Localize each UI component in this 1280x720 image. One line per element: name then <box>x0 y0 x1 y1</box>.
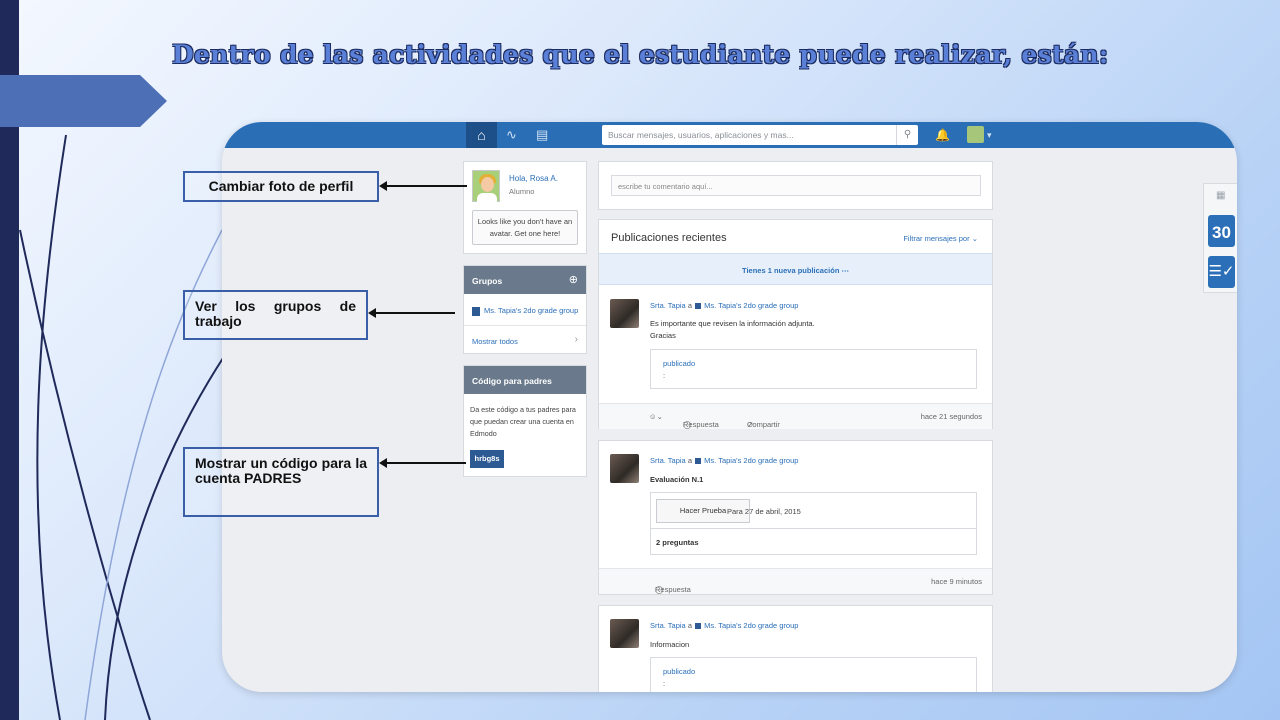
post-attachment[interactable]: publicado : hrbgcego <box>650 657 977 692</box>
attachment-title: publicado <box>663 667 696 676</box>
post-meta: Srta. Tapia a Ms. Tapia's 2do grade grou… <box>650 456 798 465</box>
post-to: a <box>687 456 692 465</box>
groups-card: Grupos ⊕ Ms. Tapia's 2do grade group Mos… <box>463 265 587 354</box>
user-avatar[interactable] <box>967 126 984 143</box>
reply-label: Respuesta <box>655 585 691 594</box>
quiz-due-date: Para 27 de abril, 2015 <box>727 507 801 516</box>
slide-title: Dentro de las actividades que el estudia… <box>172 40 1109 69</box>
post-timestamp: hace 9 minutos <box>931 577 982 586</box>
search-icon[interactable]: ⚲ <box>896 125 918 145</box>
get-avatar-button[interactable]: Looks like you don't have an avatar. Get… <box>472 210 578 245</box>
share-label: Compartir <box>747 420 780 429</box>
attachment-subtitle: : <box>663 371 666 380</box>
profile-card: Hola, Rosa A. Alumno Looks like you don'… <box>463 161 587 254</box>
post-footer: ◯ Respuesta hace 9 minutos <box>599 568 992 594</box>
callout-groups: Ver los grupos de trabajo <box>183 290 368 340</box>
post-text-line: Es importante que revisen la información… <box>650 319 815 328</box>
groups-title: Grupos <box>472 276 503 286</box>
profile-role: Alumno <box>509 187 535 196</box>
parent-code-badge: hrbg8s <box>470 450 504 468</box>
post-meta: Srta. Tapia a Ms. Tapia's 2do grade grou… <box>650 301 798 310</box>
post-author[interactable]: Srta. Tapia <box>650 621 686 630</box>
side-tools: ▦ 30 ☰✓ <box>1203 183 1237 293</box>
post-to: a <box>687 621 692 630</box>
filter-posts-label: Filtrar mensajes por <box>903 234 970 243</box>
chevron-down-icon: ⌄ <box>971 234 978 243</box>
group-color-icon <box>695 303 702 310</box>
post-author-avatar[interactable] <box>610 299 639 328</box>
reaction-icon[interactable]: ☺⌄ <box>649 412 663 421</box>
post-author-avatar[interactable] <box>610 619 639 648</box>
quiz-post-card: Srta. Tapia a Ms. Tapia's 2do grade grou… <box>598 440 993 595</box>
new-post-banner[interactable]: Tienes 1 nueva publicación ⋯ <box>599 253 992 285</box>
post-author-avatar[interactable] <box>610 454 639 483</box>
group-color-icon <box>695 623 702 630</box>
callout-parents: Mostrar un código para la cuenta PADRES <box>183 447 379 517</box>
arrow-change-photo <box>379 181 467 191</box>
post-group[interactable]: Ms. Tapia's 2do grade group <box>704 621 798 630</box>
post-text-line: Informacion <box>650 640 690 649</box>
post-author[interactable]: Srta. Tapia <box>650 301 686 310</box>
calendar-icon[interactable]: 30 <box>1208 215 1235 247</box>
post-group[interactable]: Ms. Tapia's 2do grade group <box>704 301 798 310</box>
quiz-title: Evaluación N.1 <box>650 475 704 484</box>
comment-input[interactable]: escribe tu comentario aquí... <box>611 175 981 196</box>
sidebar-item-group[interactable]: Ms. Tapia's 2do grade group <box>472 306 578 316</box>
composer-card: escribe tu comentario aquí... <box>598 161 993 210</box>
info-post-card: Srta. Tapia a Ms. Tapia's 2do grade grou… <box>598 605 993 692</box>
arrow-parents <box>379 458 466 468</box>
group-color-icon <box>472 306 480 316</box>
groups-header: Grupos ⊕ <box>464 266 586 294</box>
search-placeholder: Buscar mensajes, usuarios, aplicaciones … <box>608 130 794 140</box>
post-footer: ☺⌄ ◯ Respuesta ↗ Compartir hace 21 segun… <box>599 403 992 429</box>
quiz-question-count: 2 preguntas <box>656 538 699 547</box>
post-timestamp: hace 21 segundos <box>920 412 982 421</box>
add-group-icon[interactable]: ⊕ <box>569 273 578 286</box>
post-author[interactable]: Srta. Tapia <box>650 456 686 465</box>
post-meta: Srta. Tapia a Ms. Tapia's 2do grade grou… <box>650 621 798 630</box>
profile-avatar[interactable] <box>472 170 500 203</box>
profile-greeting[interactable]: Hola, Rosa A. <box>509 174 558 183</box>
activity-icon[interactable]: ∿ <box>506 122 517 148</box>
post-attachment[interactable]: publicado : <box>650 349 977 389</box>
filter-posts-dropdown[interactable]: Filtrar mensajes por ⌄ <box>903 234 978 243</box>
quiz-attachment: Hacer Prueba Para 27 de abril, 2015 2 pr… <box>650 492 977 555</box>
calendar-day: 30 <box>1212 223 1231 242</box>
new-post-banner-text: Tienes 1 nueva publicación <box>742 266 840 275</box>
attachment-subtitle: : <box>663 679 666 688</box>
post-group[interactable]: Ms. Tapia's 2do grade group <box>704 456 798 465</box>
group-color-icon <box>695 458 702 465</box>
chevron-right-icon[interactable]: › <box>575 334 578 345</box>
feed-card: Publicaciones recientes Filtrar mensajes… <box>598 219 993 429</box>
parent-code-card: Código para padres Da este código a tus … <box>463 365 587 477</box>
arrow-groups <box>368 308 455 318</box>
post-body: Es importante que revisen la información… <box>650 318 815 342</box>
slide-left-tab <box>0 75 167 127</box>
post-text-line: Gracias <box>650 331 676 340</box>
grid-icon[interactable]: ▦ <box>1216 190 1225 201</box>
home-icon[interactable]: ⌂ <box>466 122 497 148</box>
callout-change-photo: Cambiar foto de perfil <box>183 171 379 202</box>
reply-label: Respuesta <box>683 420 719 429</box>
parent-code-header: Código para padres <box>464 366 586 394</box>
post-to: a <box>687 301 692 310</box>
show-all-groups-link[interactable]: Mostrar todos <box>472 337 518 346</box>
top-navigation-bar: ⌂ ∿ ▤ Buscar mensajes, usuarios, aplicac… <box>222 122 1237 148</box>
edmodo-screenshot: ⌂ ∿ ▤ Buscar mensajes, usuarios, aplicac… <box>222 122 1237 692</box>
bell-icon[interactable]: 🔔 <box>935 122 950 148</box>
group-name: Ms. Tapia's 2do grade group <box>484 306 579 315</box>
chevron-down-icon[interactable]: ▾ <box>987 122 992 148</box>
feed-title: Publicaciones recientes <box>611 232 727 244</box>
backpack-icon[interactable]: ▤ <box>536 122 548 148</box>
more-icon: ⋯ <box>841 266 850 275</box>
attachment-title: publicado <box>663 359 696 368</box>
search-input[interactable]: Buscar mensajes, usuarios, aplicaciones … <box>602 125 918 145</box>
parent-code-description: Da este código a tus padres para que pue… <box>470 405 576 438</box>
quiz-check-icon[interactable]: ☰✓ <box>1208 256 1235 288</box>
